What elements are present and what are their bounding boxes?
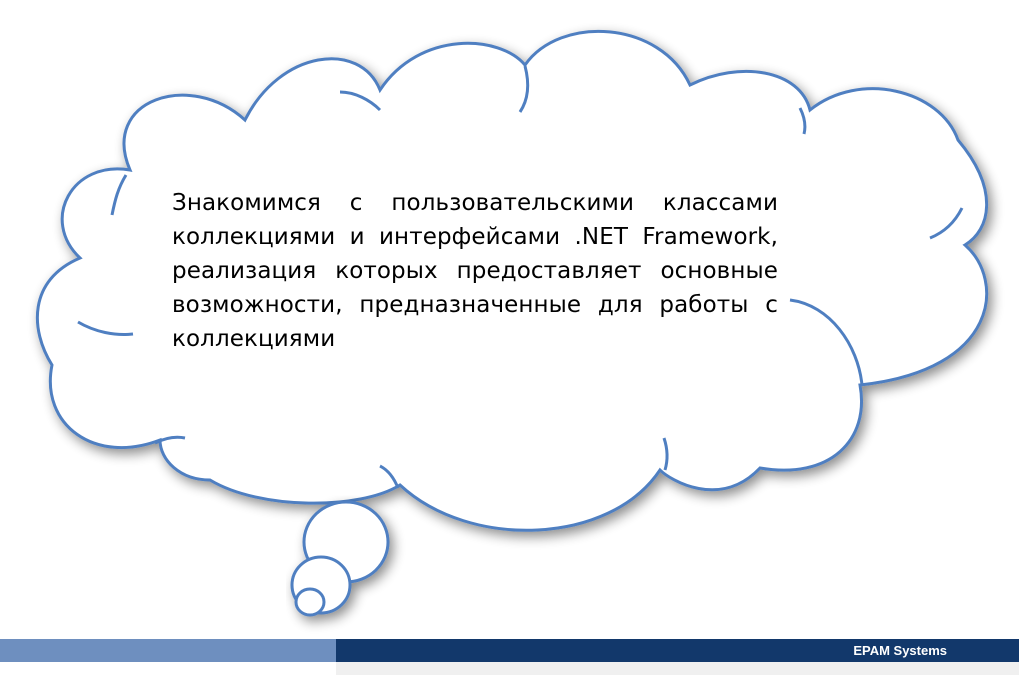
footer-bar-light [0,639,336,662]
bubble-text: Знакомимся с пользовательскими классами … [172,190,778,352]
footer-brand: EPAM Systems [853,643,947,658]
thought-circle-small [294,587,326,617]
footer-strip [336,662,1019,675]
